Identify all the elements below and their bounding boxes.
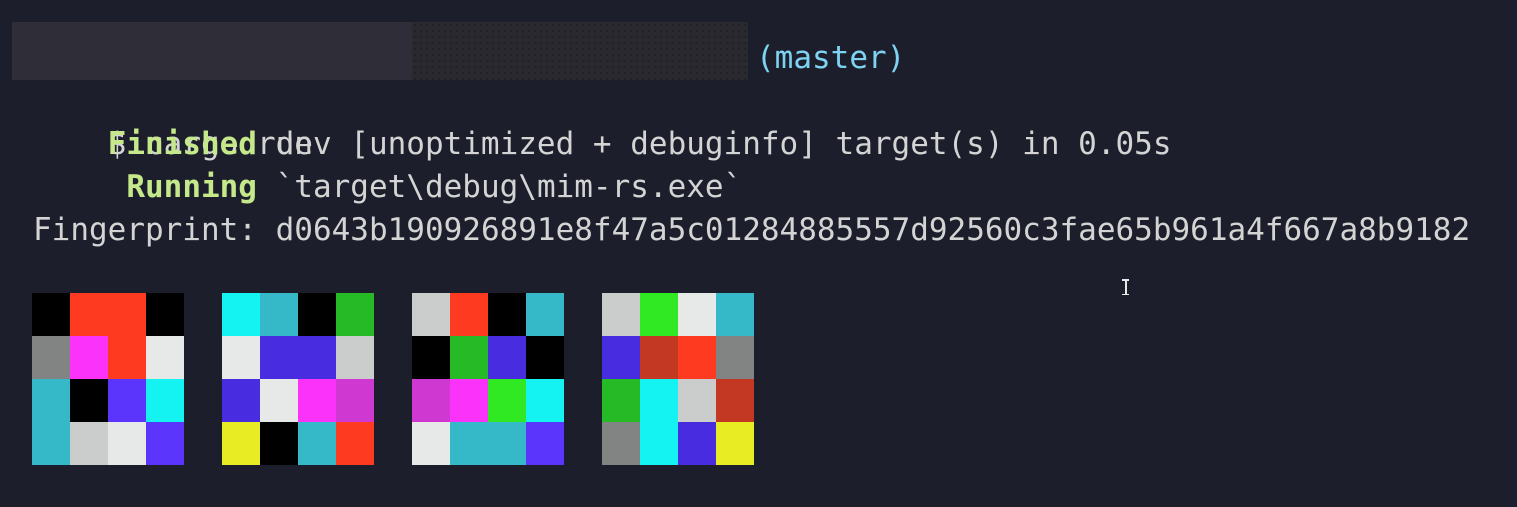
identicon-cell xyxy=(336,422,374,465)
identicon-cell xyxy=(602,422,640,465)
identicon-cell xyxy=(716,379,754,422)
identicon-cell xyxy=(716,422,754,465)
identicon-cell xyxy=(70,293,108,336)
identicon-cell xyxy=(108,293,146,336)
identicon-cell xyxy=(450,379,488,422)
identicon-cell xyxy=(336,379,374,422)
identicon-cell xyxy=(488,293,526,336)
identicon-cell xyxy=(678,379,716,422)
identicon-cell xyxy=(640,336,678,379)
identicon-cell xyxy=(716,293,754,336)
cargo-finished-line: Finished dev [unoptimized + debuginfo] t… xyxy=(33,123,1172,166)
identicon-cell xyxy=(146,422,184,465)
redacted-path-block xyxy=(12,22,412,80)
identicon-cell xyxy=(412,422,450,465)
text-cursor-ibeam-icon xyxy=(1120,279,1131,295)
identicon-2 xyxy=(222,293,374,465)
fingerprint-line: Fingerprint: d0643b190926891e8f47a5c0128… xyxy=(33,209,1470,252)
identicon-cell xyxy=(108,336,146,379)
running-status: Running xyxy=(126,169,257,205)
fingerprint-value: d0643b190926891e8f47a5c01284885557d92560… xyxy=(275,212,1471,248)
identicon-cell xyxy=(412,336,450,379)
identicon-cell xyxy=(260,336,298,379)
identicon-cell xyxy=(70,422,108,465)
identicon-cell xyxy=(526,336,564,379)
identicon-cell xyxy=(602,336,640,379)
identicon-cell xyxy=(146,336,184,379)
identicon-cell xyxy=(298,379,336,422)
cargo-running-line: Running `target\debug\mim-rs.exe` xyxy=(33,166,742,209)
identicon-cell xyxy=(298,422,336,465)
identicon-cell xyxy=(222,293,260,336)
identicon-cell xyxy=(526,422,564,465)
identicon-cell xyxy=(336,336,374,379)
identicon-cell xyxy=(146,293,184,336)
identicon-cell xyxy=(450,336,488,379)
identicon-cell xyxy=(678,422,716,465)
identicon-cell xyxy=(260,422,298,465)
finished-details: dev [unoptimized + debuginfo] target(s) … xyxy=(256,126,1172,162)
running-details: `target\debug\mim-rs.exe` xyxy=(256,169,743,205)
identicon-cell xyxy=(146,379,184,422)
identicon-cell xyxy=(32,422,70,465)
identicon-cell xyxy=(298,293,336,336)
fingerprint-label: Fingerprint: xyxy=(33,212,257,248)
identicon-3 xyxy=(412,293,564,465)
identicon-cell xyxy=(678,336,716,379)
identicon-cell xyxy=(526,379,564,422)
identicon-cell xyxy=(70,379,108,422)
identicon-cell xyxy=(222,379,260,422)
identicon-cell xyxy=(108,379,146,422)
identicon-cell xyxy=(488,336,526,379)
identicon-cell xyxy=(488,422,526,465)
identicon-cell xyxy=(260,379,298,422)
identicon-cell xyxy=(640,422,678,465)
identicon-cell xyxy=(640,379,678,422)
identicon-cell xyxy=(32,293,70,336)
finished-status: Finished xyxy=(107,126,257,162)
identicon-cell xyxy=(450,293,488,336)
identicon-cell xyxy=(298,336,336,379)
command-line: $ cargo run xyxy=(33,80,313,162)
identicon-cell xyxy=(222,336,260,379)
identicon-cell xyxy=(222,422,260,465)
identicon-cell xyxy=(450,422,488,465)
redacted-path-block xyxy=(412,22,748,80)
identicon-cell xyxy=(640,293,678,336)
identicon-cell xyxy=(260,293,298,336)
identicon-cell xyxy=(412,379,450,422)
identicon-1 xyxy=(32,293,184,465)
identicon-cell xyxy=(602,379,640,422)
terminal-window[interactable]: (master) $ cargo run Finished dev [unopt… xyxy=(0,0,1517,507)
identicon-cell xyxy=(412,293,450,336)
identicon-cell xyxy=(716,336,754,379)
identicon-cell xyxy=(108,422,146,465)
identicon-cell xyxy=(678,293,716,336)
identicon-cell xyxy=(336,293,374,336)
identicon-cell xyxy=(32,336,70,379)
git-branch-label: (master) xyxy=(756,40,906,76)
identicon-cell xyxy=(526,293,564,336)
identicon-cell xyxy=(488,379,526,422)
identicon-4 xyxy=(602,293,754,465)
identicon-cell xyxy=(70,336,108,379)
identicon-cell xyxy=(602,293,640,336)
identicon-cell xyxy=(32,379,70,422)
